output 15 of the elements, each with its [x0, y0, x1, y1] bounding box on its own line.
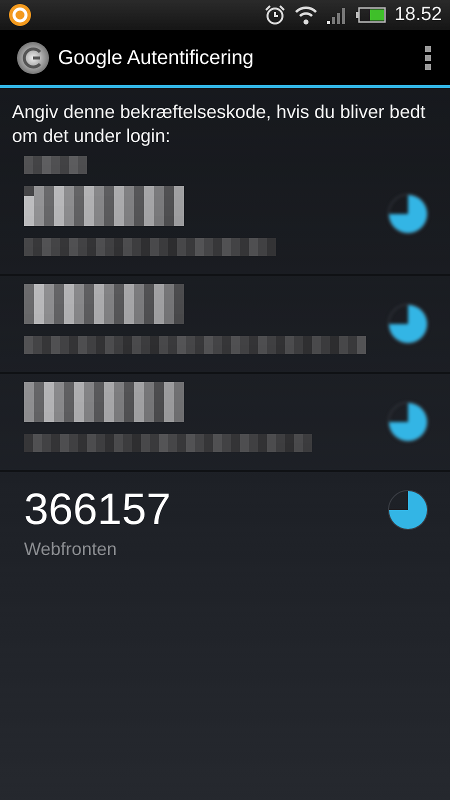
verification-code: 366157	[24, 484, 171, 536]
clock-time: 18.52	[394, 2, 442, 27]
wifi-icon	[294, 4, 318, 26]
app-title: Google Autentificering	[58, 46, 254, 70]
instruction-text: Angiv denne bekræftelseskode, hvis du bliver bedt om det under login:	[11, 100, 426, 148]
countdown-timer-icon	[388, 490, 428, 530]
alarm-icon	[264, 4, 286, 26]
battery-icon	[356, 7, 386, 23]
app-logo-icon	[16, 40, 50, 74]
notification-app-icon	[8, 3, 32, 27]
countdown-timer-icon	[388, 194, 428, 234]
account-name: Webfronten	[24, 538, 118, 561]
countdown-timer-icon	[388, 304, 428, 344]
countdown-timer-icon	[388, 402, 428, 442]
overflow-menu-icon	[424, 44, 432, 70]
